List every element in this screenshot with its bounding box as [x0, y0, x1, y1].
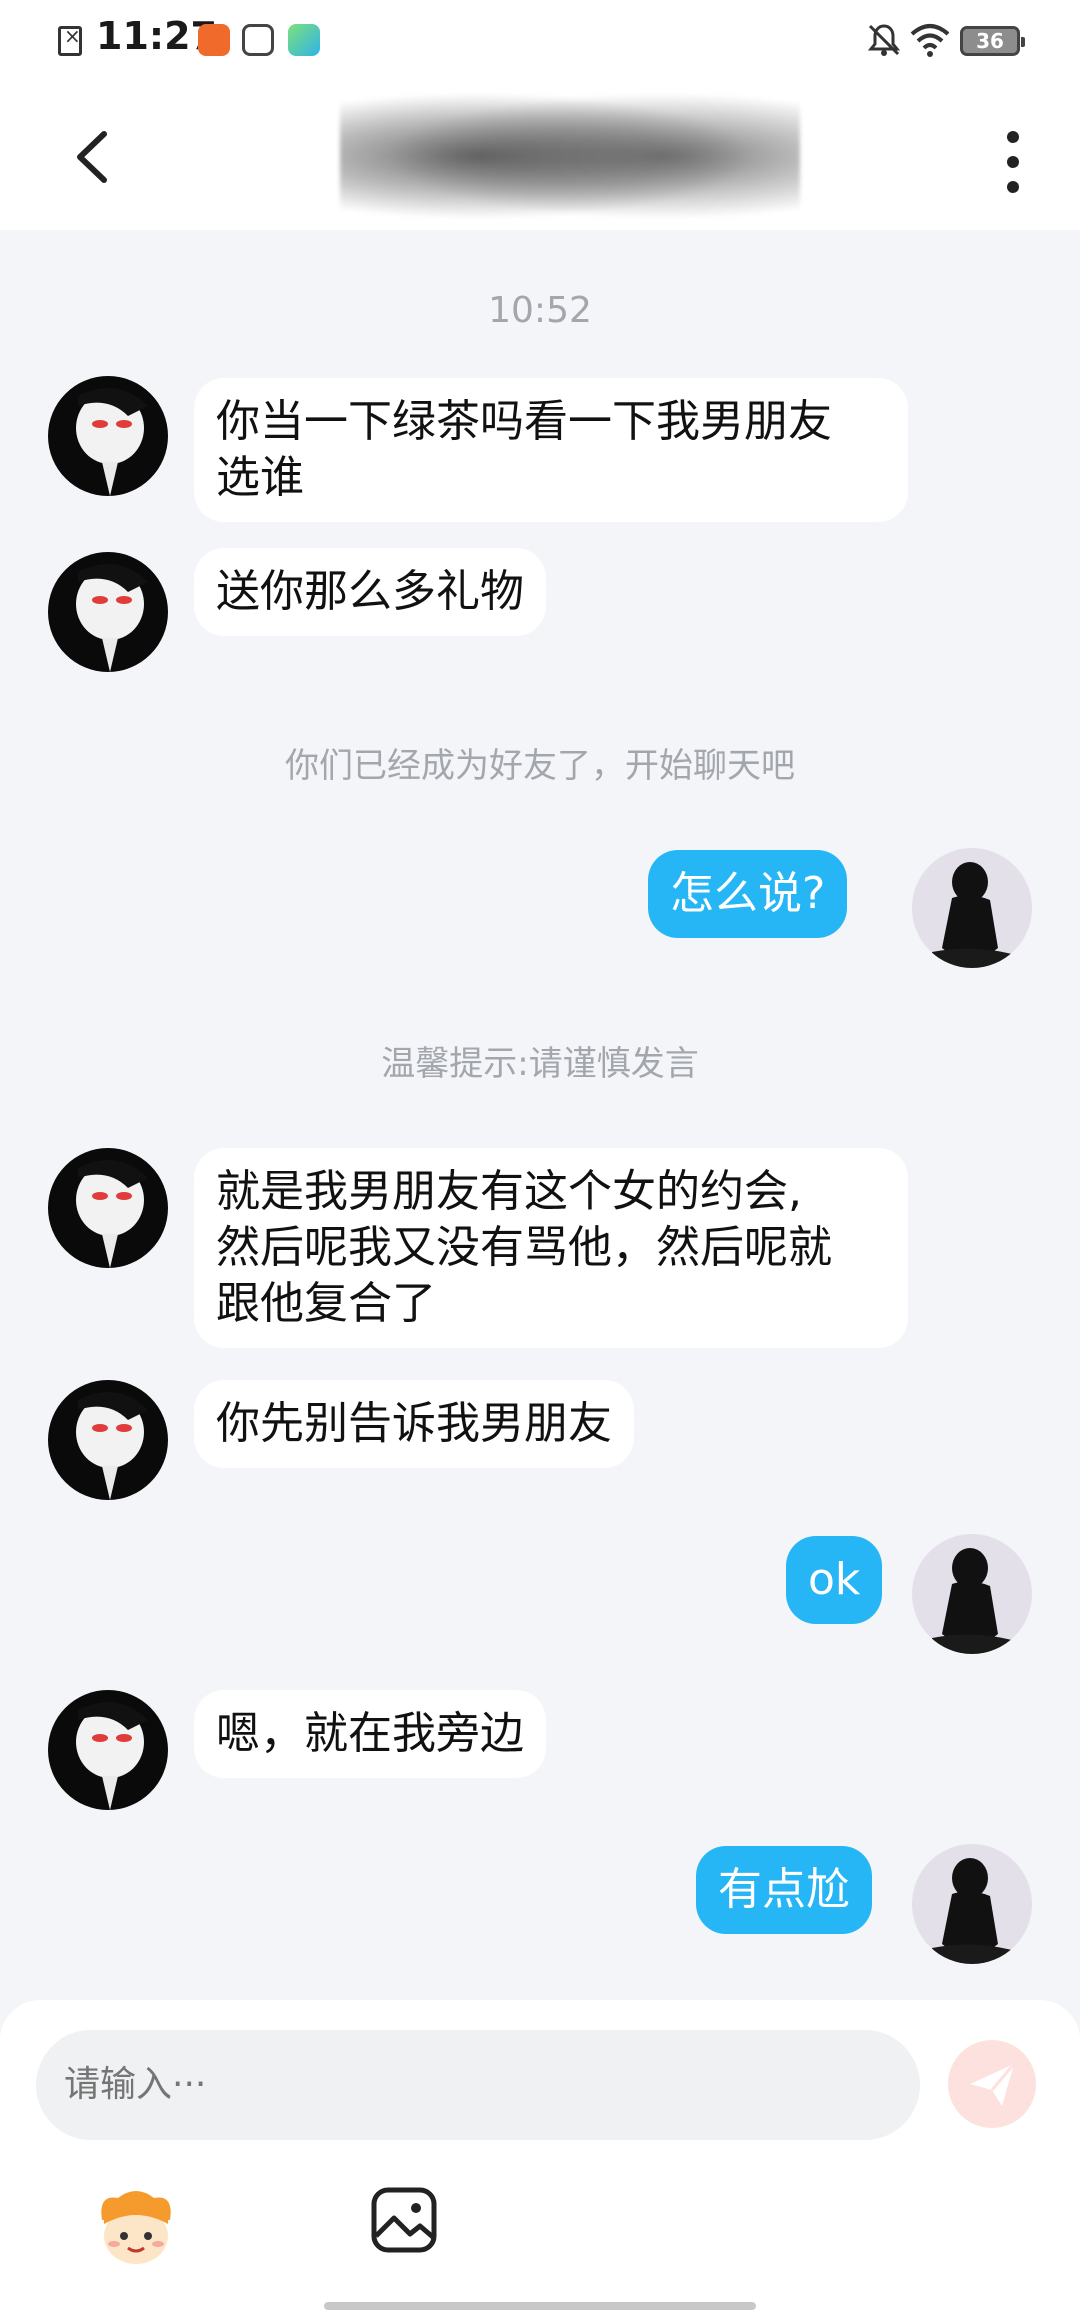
bell-off-icon: [867, 24, 901, 56]
message-bubble-incoming[interactable]: 嗯，就在我旁边: [194, 1690, 546, 1778]
message-bubble-outgoing[interactable]: 有点尬: [696, 1846, 872, 1934]
friend-notice: 你们已经成为好友了，开始聊天吧: [285, 746, 795, 786]
message-line: 跟他复合了: [216, 1278, 436, 1329]
battery-icon: 36: [960, 26, 1025, 56]
wifi-icon: [910, 24, 950, 57]
user-avatar[interactable]: [912, 848, 1032, 968]
redacted-title: [340, 82, 800, 230]
masked-face-avatar-icon: [76, 1702, 148, 1810]
more-vertical-icon[interactable]: [995, 127, 1031, 197]
message-bubble-incoming[interactable]: 就是我男朋友有这个女的约会, 然后呢我又没有骂他，然后呢就 跟他复合了: [194, 1148, 908, 1348]
message-bubble-incoming[interactable]: 你先别告诉我男朋友: [194, 1380, 634, 1468]
message-line: 你当一下绿茶吗看一下我男朋友: [216, 396, 832, 447]
home-indicator[interactable]: [324, 2302, 756, 2310]
user-avatar[interactable]: [912, 1844, 1032, 1964]
chat-area[interactable]: 10:52 你当一下绿茶吗看一下我男朋友 选谁 送你那么多礼物 你们已经成为好友…: [0, 230, 1080, 2000]
sim-off-icon: [58, 24, 82, 56]
send-icon: [970, 2063, 1016, 2106]
silhouette-avatar-icon: [932, 1858, 1012, 1964]
message-bubble-outgoing[interactable]: 怎么说?: [648, 850, 848, 938]
message-bubble-outgoing[interactable]: ok: [786, 1536, 883, 1624]
message-line: 就是我男朋友有这个女的约会,: [216, 1166, 802, 1217]
message-line: 有点尬: [718, 1864, 850, 1915]
message-line: 送你那么多礼物: [216, 566, 524, 617]
contact-avatar[interactable]: [48, 376, 168, 496]
masked-face-avatar-icon: [76, 1392, 148, 1500]
message-line: 嗯，就在我旁边: [216, 1708, 524, 1759]
masked-face-avatar-icon: [76, 564, 148, 672]
message-bubble-incoming[interactable]: 你当一下绿茶吗看一下我男朋友 选谁: [194, 378, 908, 522]
silhouette-avatar-icon: [932, 1548, 1012, 1654]
contact-avatar[interactable]: [48, 1380, 168, 1500]
composer-panel: [0, 2000, 1080, 2316]
message-line: 怎么说?: [670, 868, 826, 919]
message-line: 然后呢我又没有骂他，然后呢就: [216, 1222, 832, 1273]
send-button[interactable]: [948, 2040, 1036, 2128]
contact-avatar[interactable]: [48, 552, 168, 672]
app-icon-3: [288, 24, 320, 56]
contact-avatar[interactable]: [48, 1148, 168, 1268]
message-line: 选谁: [216, 452, 304, 503]
image-button[interactable]: [370, 2186, 438, 2254]
emoji-icon: [101, 2191, 171, 2264]
user-avatar[interactable]: [912, 1534, 1032, 1654]
chat-header: [0, 82, 1080, 230]
message-bubble-incoming[interactable]: 送你那么多礼物: [194, 548, 546, 636]
image-icon: [371, 2187, 437, 2253]
masked-face-avatar-icon: [76, 388, 148, 496]
message-line: ok: [808, 1554, 861, 1605]
silhouette-avatar-icon: [932, 862, 1012, 968]
status-bar: 11:27 36: [0, 0, 1080, 82]
message-line: 你先别告诉我男朋友: [216, 1398, 612, 1449]
emoji-button[interactable]: [88, 2180, 184, 2276]
message-input[interactable]: [36, 2030, 920, 2140]
chat-timestamp: 10:52: [488, 290, 592, 331]
app-icon-1: [198, 24, 230, 56]
contact-avatar[interactable]: [48, 1690, 168, 1810]
chevron-left-icon[interactable]: [60, 122, 130, 192]
masked-face-avatar-icon: [76, 1160, 148, 1268]
app-icon-2: [242, 24, 274, 56]
warning-notice: 温馨提示:请谨慎发言: [381, 1044, 699, 1084]
